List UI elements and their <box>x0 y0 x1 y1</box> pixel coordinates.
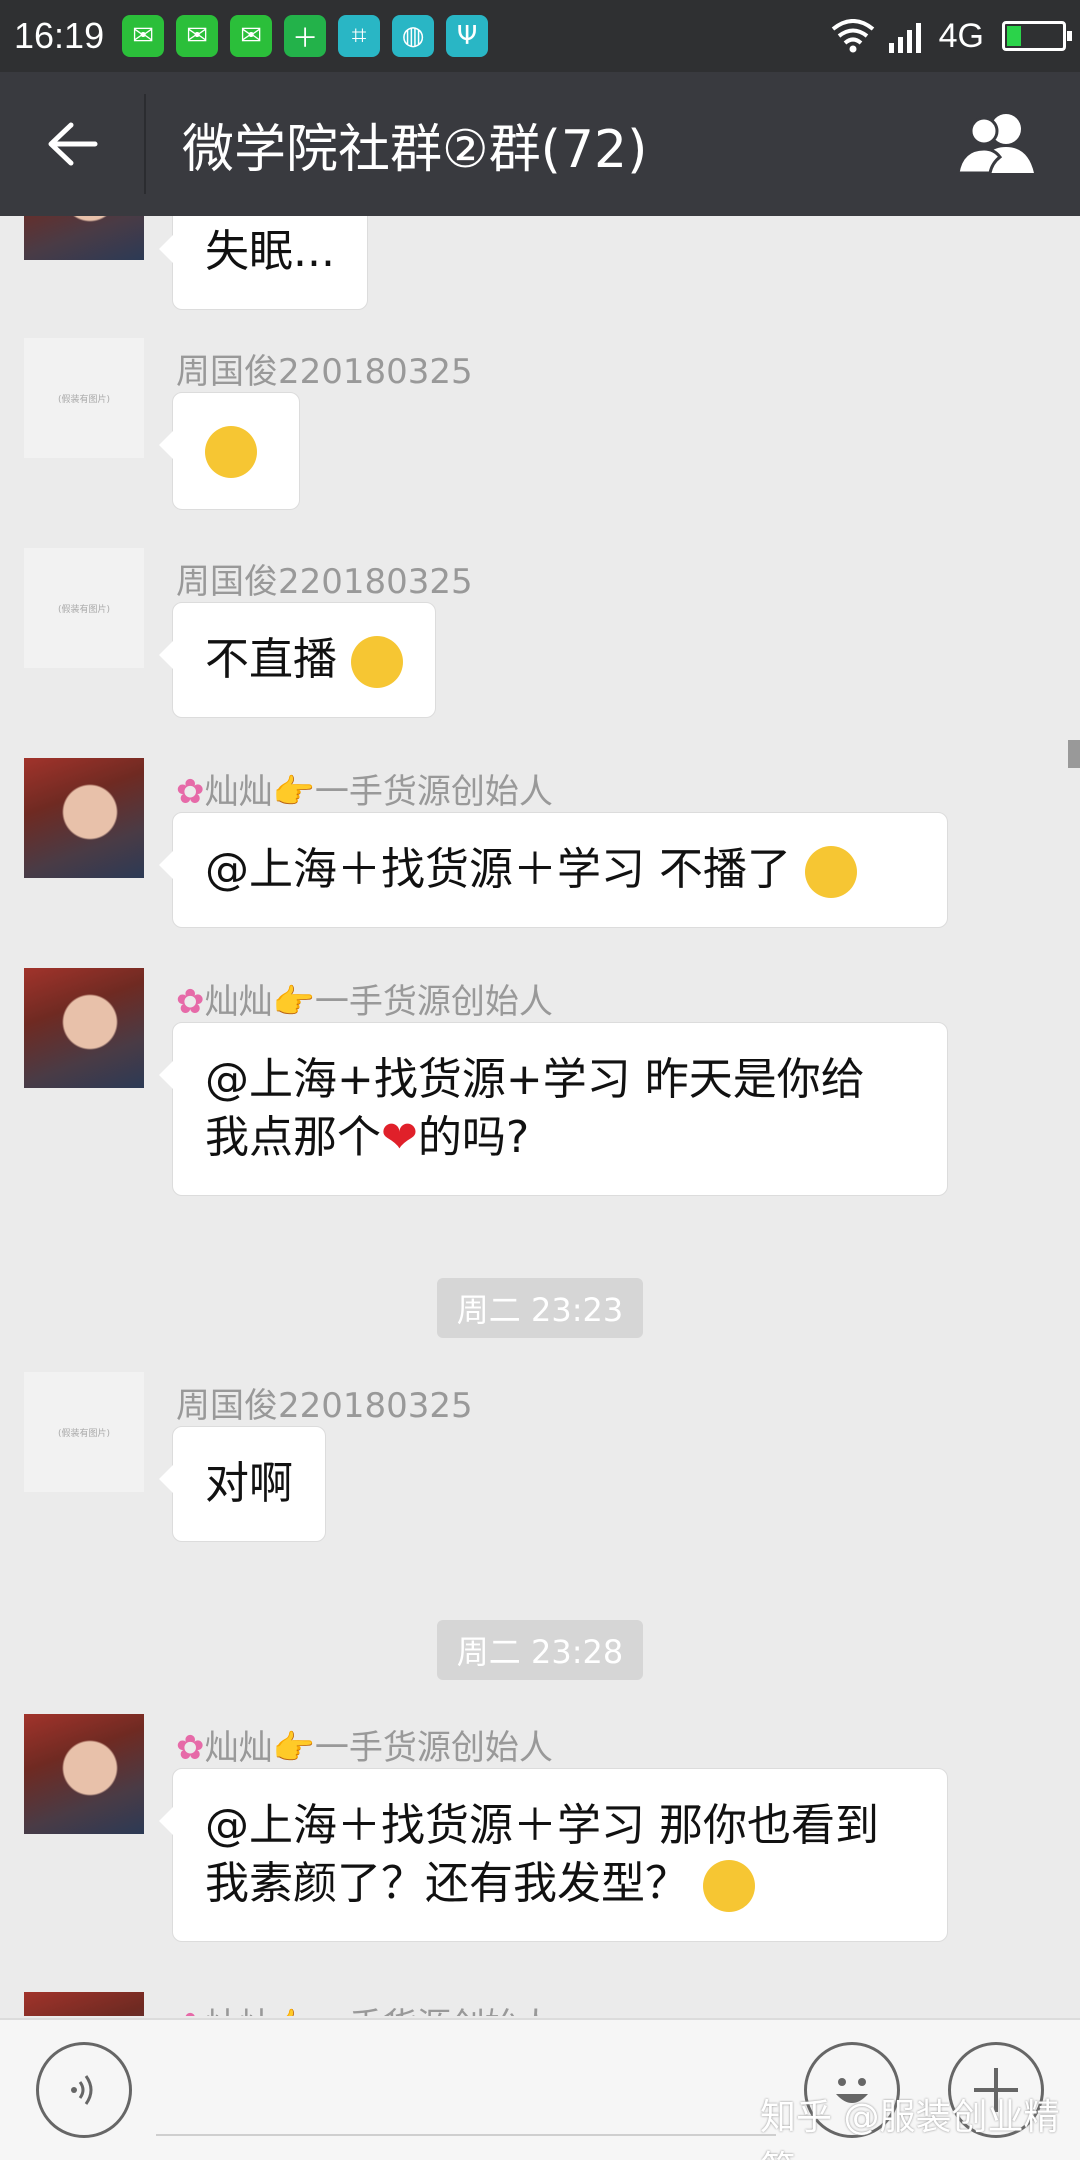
avatar[interactable] <box>24 216 144 260</box>
network-type: 4G <box>938 16 984 55</box>
message-bubble[interactable]: 对啊 <box>159 1426 326 1542</box>
heart-icon: ❤ <box>381 1112 418 1163</box>
avatar[interactable] <box>24 1992 144 2016</box>
thinking-emoji-icon <box>351 636 403 688</box>
message-bubble[interactable]: @上海＋找货源＋学习 不播了 <box>159 812 948 928</box>
back-button[interactable] <box>0 94 146 194</box>
flower-icon: ✿ <box>176 2006 205 2016</box>
scrollbar[interactable] <box>1068 740 1080 768</box>
sender-name-text: 灿灿👉一手货源创始人 <box>204 1728 553 1768</box>
message-bubble[interactable]: 不直播 <box>159 602 436 718</box>
thinking-emoji-icon <box>805 846 857 898</box>
message-text: @上海＋找货源＋学习 那你也看到 <box>205 1800 879 1851</box>
wechat-icon: ✉ <box>176 15 219 57</box>
message-text: 我素颜了？还有我发型？ <box>205 1858 689 1909</box>
surprised-emoji-icon <box>703 1860 755 1912</box>
avatar[interactable] <box>24 758 144 878</box>
message-text: 的吗? <box>417 1112 530 1163</box>
avatar[interactable]: (假装有图片) <box>24 1372 144 1492</box>
message-bubble[interactable]: @上海＋找货源＋学习 那你也看到 我素颜了？还有我发型？ <box>159 1768 948 1942</box>
message-text-line2: 我点那个❤的吗? <box>205 1109 915 1167</box>
status-time: 16:19 <box>14 15 105 56</box>
avatar[interactable]: (假装有图片) <box>24 338 144 458</box>
sender-name: 周国俊220180325 <box>176 562 473 602</box>
message-text: 不直播 <box>205 634 337 685</box>
wechat-icon: ✉ <box>122 15 165 57</box>
title-bar: 微学院社群②群(72) <box>0 72 1080 216</box>
wifi-icon <box>831 19 874 53</box>
watermark: 知乎 @服装创业精简 <box>760 2097 1060 2160</box>
sender-name: ✿灿灿👉一手货源创始人 <box>176 1998 553 2016</box>
message-input[interactable] <box>156 2134 776 2136</box>
message-text: 我点那个 <box>205 1112 381 1163</box>
message-bubble[interactable]: @上海+找货源+学习 昨天是你给 我点那个❤的吗? <box>159 1022 948 1196</box>
flower-icon: ✿ <box>176 1728 205 1768</box>
sender-name: ✿灿灿👉一手货源创始人 <box>176 764 553 813</box>
chat-title: 微学院社群②群(72) <box>182 119 648 180</box>
avatar-placeholder-text: (假装有图片) <box>57 394 111 405</box>
wechat-icon: ✉ <box>230 15 273 57</box>
avatar-placeholder-text: (假装有图片) <box>57 604 111 615</box>
flower-icon: ✿ <box>176 982 205 1022</box>
message-text: 失眠... <box>205 226 335 277</box>
flower-icon: ✿ <box>176 772 205 812</box>
add-icon: ＋ <box>284 15 327 57</box>
status-bar: 16:19 ✉ ✉ ✉ ＋ ⌗ ◍ Ψ 4G <box>0 0 1080 72</box>
avatar[interactable] <box>24 968 144 1088</box>
message-text: @上海＋找货源＋学习 不播了 <box>205 844 791 895</box>
back-arrow-icon <box>48 122 98 166</box>
message-text: 对啊 <box>205 1458 293 1509</box>
timestamp: 周二 23:23 <box>437 1278 643 1338</box>
sender-name: 周国俊220180325 <box>176 352 473 392</box>
voice-button[interactable] <box>36 2042 132 2138</box>
message-list[interactable]: 失眠... (假装有图片) 周国俊220180325 (假装有图片) 周国俊22… <box>0 216 1080 2016</box>
message-bubble[interactable]: 失眠... <box>159 216 368 310</box>
message-text-line2: 我素颜了？还有我发型？ <box>205 1855 915 1913</box>
sender-name-text: 灿灿👉一手货源创始人 <box>205 2006 553 2016</box>
avatar-placeholder-text: (假装有图片) <box>57 1428 111 1439</box>
group-members-icon[interactable] <box>954 111 1040 177</box>
basketball-icon: ◍ <box>392 15 435 57</box>
sender-name-text: 灿灿👉一手货源创始人 <box>204 772 553 812</box>
sender-name: 周国俊220180325 <box>176 1386 473 1426</box>
message-text: @上海+找货源+学习 昨天是你给 <box>205 1054 865 1105</box>
message-bubble[interactable] <box>159 392 300 510</box>
sender-name-text: 灿灿👉一手货源创始人 <box>204 982 553 1022</box>
scan-icon: ⌗ <box>338 15 381 57</box>
voice-icon <box>71 2075 93 2105</box>
avatar[interactable]: (假装有图片) <box>24 548 144 668</box>
usb-icon: Ψ <box>446 15 489 57</box>
battery-icon <box>1002 21 1072 51</box>
sender-name: ✿灿灿👉一手货源创始人 <box>176 1720 553 1769</box>
signal-icon <box>888 23 921 53</box>
sender-name: ✿灿灿👉一手货源创始人 <box>176 974 553 1023</box>
timestamp: 周二 23:28 <box>437 1620 643 1680</box>
avatar[interactable] <box>24 1714 144 1834</box>
shocked-emoji-icon <box>205 426 257 478</box>
battery-fill <box>1007 26 1021 46</box>
